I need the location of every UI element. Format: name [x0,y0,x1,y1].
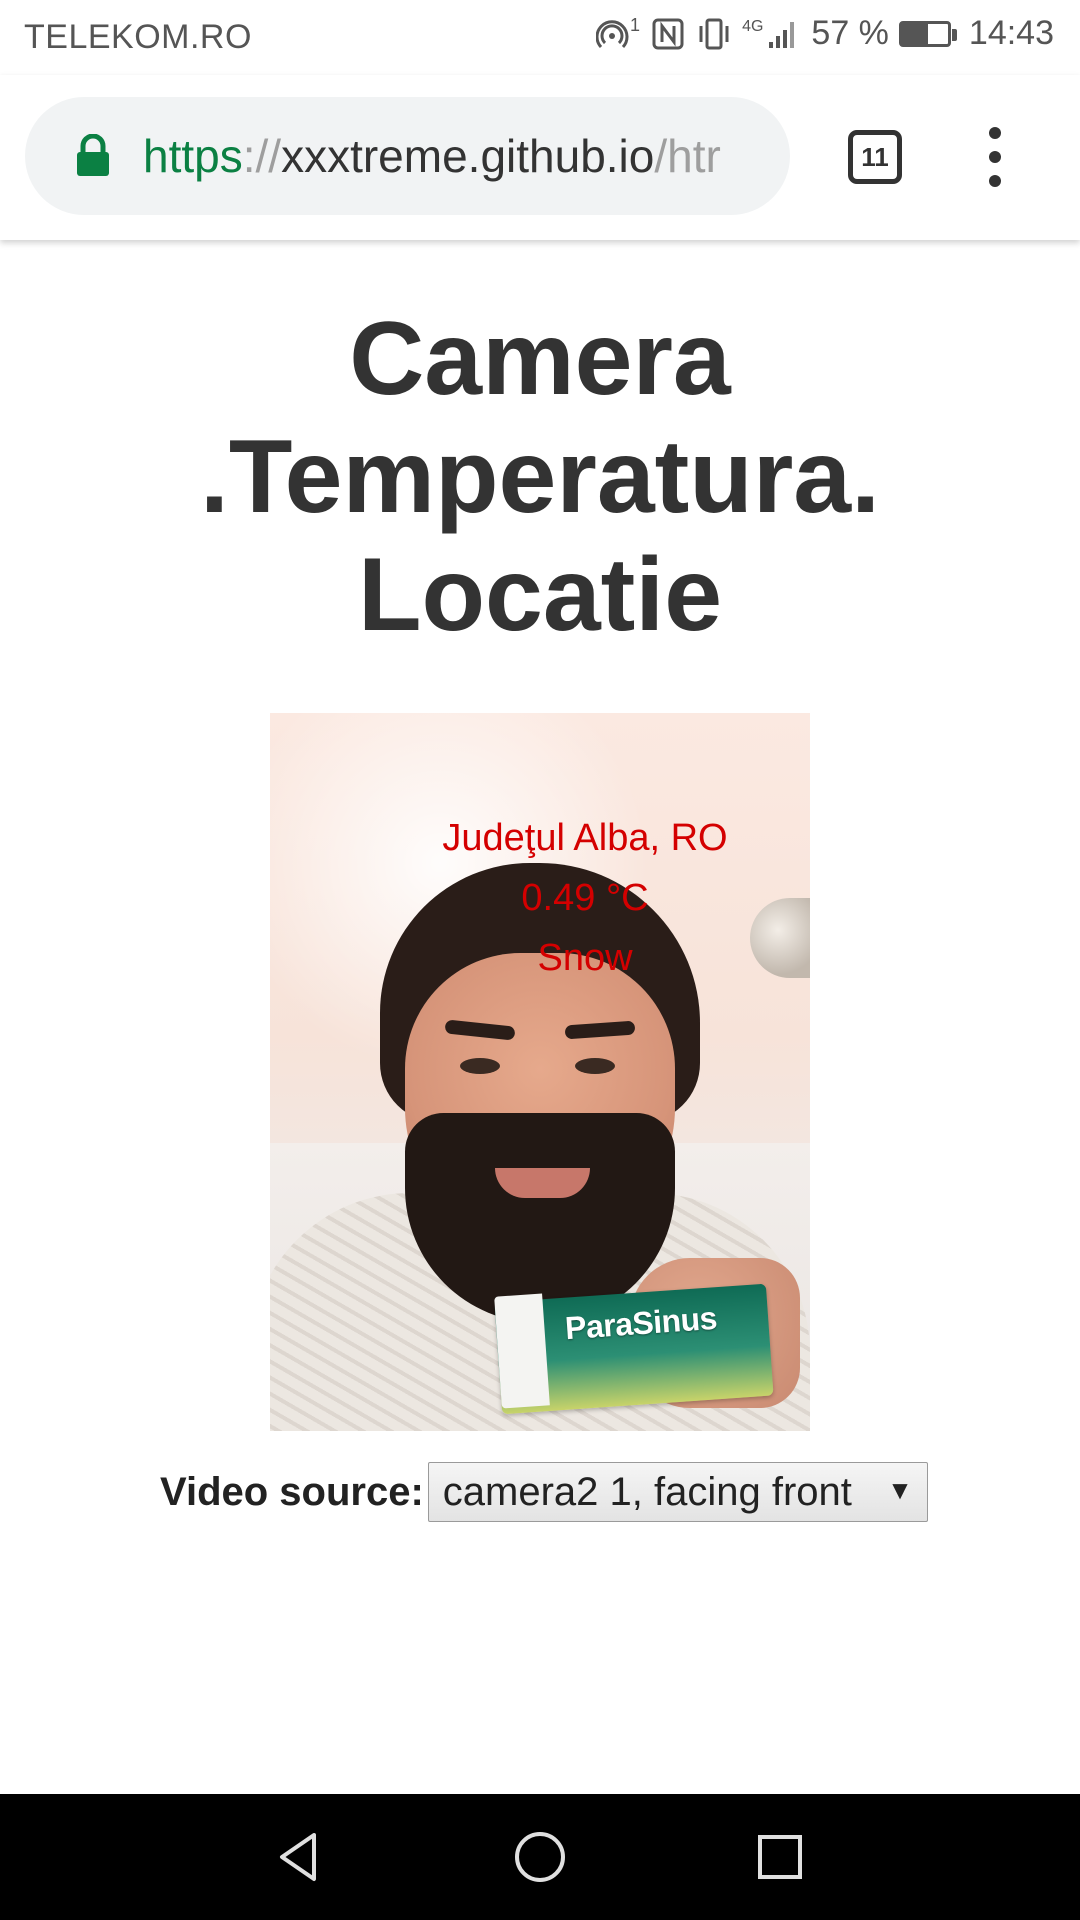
status-icons: 1 4G 57 % 14:43 [595,14,1054,53]
recents-icon[interactable] [750,1827,810,1887]
more-vert-icon[interactable] [975,127,1015,187]
page-title-line-3: Locatie [357,537,723,653]
status-bar: TELEKOM.RO 1 4G 57 % 14:43 [0,0,1080,75]
browser-toolbar: https://xxxtreme.github.io/htr 11 [0,75,1080,240]
hotspot-count: 1 [630,15,641,35]
address-bar[interactable]: https://xxxtreme.github.io/htr [25,97,790,215]
network-type: 4G [742,17,764,35]
signal-icon [765,16,801,52]
battery-icon [898,19,959,49]
back-icon[interactable] [270,1827,330,1887]
url-scheme: https [143,130,243,182]
dropdown-arrow-icon: ▼ [887,1475,913,1505]
home-icon[interactable] [510,1827,570,1887]
hotspot-icon [595,16,632,52]
weather-overlay: Judeţul Alba, RO 0.49 °C Snow [410,808,760,988]
carrier-name: TELEKOM.RO [24,18,252,56]
nfc-icon [650,16,686,52]
url-host: xxxtreme.github.io [281,130,655,182]
vibrate-icon [696,16,732,52]
temperature-text: 0.49 °C [521,877,649,919]
video-source-label: Video source: [160,1469,424,1514]
page-title-line-1: Camera [349,301,731,417]
url-path: /htr [654,130,721,182]
tabs-icon[interactable]: 11 [848,130,902,184]
lock-icon[interactable] [73,134,113,178]
page-title: Camera .Temperatura. Locatie [140,300,940,654]
video-source-select[interactable]: camera2 1, facing front ▼ [427,1462,928,1522]
weather-text: Snow [537,937,633,979]
page-title-line-2: .Temperatura. [199,419,881,535]
url-separator: :// [242,130,282,182]
video-source-row: Video source: camera2 1, facing front ▼ [160,1462,928,1522]
system-nav-bar [0,1794,1080,1920]
camera-preview: ParaSinus Judeţul Alba, RO 0.49 °C Snow [270,713,810,1431]
url-text[interactable]: https://xxxtreme.github.io/htr [143,129,721,183]
battery-percent: 57 % [811,14,889,52]
clock: 14:43 [968,14,1054,52]
location-text: Judeţul Alba, RO [442,817,728,859]
video-source-selected: camera2 1, facing front [442,1469,852,1514]
tab-count: 11 [861,141,889,172]
